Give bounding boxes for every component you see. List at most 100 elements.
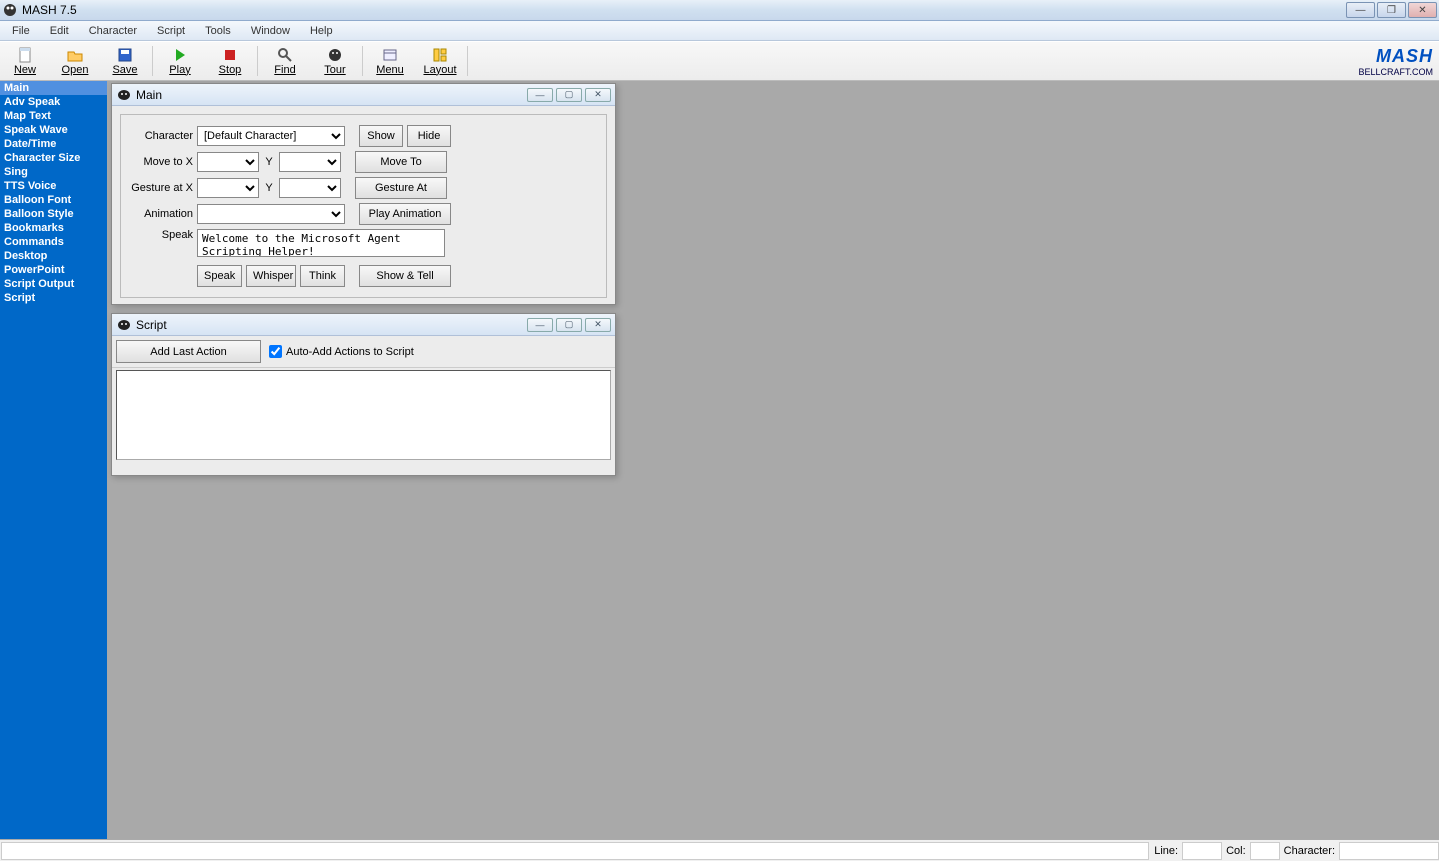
sidebar-item-desktop[interactable]: Desktop (0, 249, 107, 263)
script-window: Script ― ▢ ✕ Add Last Action Auto-Add Ac… (111, 313, 616, 476)
toolbar-find[interactable]: Find (260, 42, 310, 80)
gestureat-button[interactable]: Gesture At (355, 177, 447, 199)
status-message (1, 842, 1149, 860)
window-title: MASH 7.5 (22, 3, 1346, 17)
status-char-label: Character: (1280, 845, 1339, 857)
show-button[interactable]: Show (359, 125, 403, 147)
toolbar-separator (467, 46, 468, 76)
toolbar: New Open Save Play Stop Find Tour Menu L… (0, 41, 1439, 81)
movetoy-label: Y (263, 156, 275, 168)
menu-edit[interactable]: Edit (42, 23, 77, 39)
toolbar-open[interactable]: Open (50, 42, 100, 80)
speak-input[interactable] (197, 229, 445, 257)
sidebar-item-sing[interactable]: Sing (0, 165, 107, 179)
script-window-title: Script (136, 318, 523, 332)
toolbar-menu[interactable]: Menu (365, 42, 415, 80)
status-line-label: Line: (1150, 845, 1182, 857)
sidebar-item-bookmarks[interactable]: Bookmarks (0, 221, 107, 235)
show-tell-button[interactable]: Show & Tell (359, 265, 451, 287)
main-window-close[interactable]: ✕ (585, 88, 611, 102)
gesturex-select[interactable] (197, 178, 259, 198)
save-icon (117, 47, 133, 63)
speak-label: Speak (131, 229, 193, 241)
gesturey-select[interactable] (279, 178, 341, 198)
open-icon (67, 47, 83, 63)
menu-script[interactable]: Script (149, 23, 193, 39)
sidebar-item-tts-voice[interactable]: TTS Voice (0, 179, 107, 193)
add-last-action-button[interactable]: Add Last Action (116, 340, 261, 363)
sidebar-item-script[interactable]: Script (0, 291, 107, 305)
stop-icon (222, 47, 238, 63)
status-col-value (1250, 842, 1280, 860)
main-form: Character [Default Character] Show Hide … (120, 114, 607, 298)
app-icon (2, 2, 18, 18)
script-window-minimize[interactable]: ― (527, 318, 553, 332)
movetox-label: Move to X (131, 156, 193, 168)
main-window: Main ― ▢ ✕ Character [Default Character]… (111, 83, 616, 305)
sidebar-item-commands[interactable]: Commands (0, 235, 107, 249)
think-button[interactable]: Think (300, 265, 345, 287)
animation-label: Animation (131, 208, 193, 220)
menu-window[interactable]: Window (243, 23, 298, 39)
mdi-area: Main ― ▢ ✕ Character [Default Character]… (107, 81, 1439, 839)
sidebar-item-powerpoint[interactable]: PowerPoint (0, 263, 107, 277)
speak-button[interactable]: Speak (197, 265, 242, 287)
movetoy-select[interactable] (279, 152, 341, 172)
brand-logo: MASH BELLCRAFT.COM (1358, 42, 1439, 80)
toolbar-layout[interactable]: Layout (415, 42, 465, 80)
sidebar-item-adv-speak[interactable]: Adv Speak (0, 95, 107, 109)
sidebar-item-balloon-style[interactable]: Balloon Style (0, 207, 107, 221)
auto-add-checkbox[interactable] (269, 345, 282, 358)
toolbar-separator (152, 46, 153, 76)
sidebar-item-script-output[interactable]: Script Output (0, 277, 107, 291)
script-window-close[interactable]: ✕ (585, 318, 611, 332)
sidebar-item-map-text[interactable]: Map Text (0, 109, 107, 123)
maximize-button[interactable]: ❐ (1377, 2, 1406, 18)
play-animation-button[interactable]: Play Animation (359, 203, 451, 225)
main-window-minimize[interactable]: ― (527, 88, 553, 102)
script-window-titlebar[interactable]: Script ― ▢ ✕ (112, 314, 615, 336)
sidebar-item-datetime[interactable]: Date/Time (0, 137, 107, 151)
sidebar-item-character-size[interactable]: Character Size (0, 151, 107, 165)
status-line-value (1182, 842, 1222, 860)
animation-select[interactable] (197, 204, 345, 224)
agent-icon (116, 88, 132, 102)
menu-help[interactable]: Help (302, 23, 341, 39)
menu-icon (382, 47, 398, 63)
menu-bar: File Edit Character Script Tools Window … (0, 21, 1439, 41)
auto-add-checkbox-container[interactable]: Auto-Add Actions to Script (269, 345, 414, 358)
status-bar: Line: Col: Character: (0, 839, 1439, 861)
find-icon (277, 47, 293, 63)
script-window-maximize[interactable]: ▢ (556, 318, 582, 332)
script-toolbar: Add Last Action Auto-Add Actions to Scri… (112, 336, 615, 368)
menu-character[interactable]: Character (81, 23, 145, 39)
toolbar-play[interactable]: Play (155, 42, 205, 80)
toolbar-tour[interactable]: Tour (310, 42, 360, 80)
close-button[interactable]: ✕ (1408, 2, 1437, 18)
hide-button[interactable]: Hide (407, 125, 451, 147)
moveto-button[interactable]: Move To (355, 151, 447, 173)
menu-tools[interactable]: Tools (197, 23, 239, 39)
layout-icon (432, 47, 448, 63)
script-textarea[interactable] (116, 370, 611, 460)
sidebar-item-speak-wave[interactable]: Speak Wave (0, 123, 107, 137)
sidebar-item-balloon-font[interactable]: Balloon Font (0, 193, 107, 207)
sidebar: Main Adv Speak Map Text Speak Wave Date/… (0, 81, 107, 839)
script-icon (116, 318, 132, 332)
toolbar-save[interactable]: Save (100, 42, 150, 80)
character-select[interactable]: [Default Character] (197, 126, 345, 146)
toolbar-stop[interactable]: Stop (205, 42, 255, 80)
whisper-button[interactable]: Whisper (246, 265, 296, 287)
new-icon (17, 47, 33, 63)
character-label: Character (131, 130, 193, 142)
sidebar-item-main[interactable]: Main (0, 81, 107, 95)
status-char-value (1339, 842, 1439, 860)
toolbar-new[interactable]: New (0, 42, 50, 80)
toolbar-separator (257, 46, 258, 76)
menu-file[interactable]: File (4, 23, 38, 39)
minimize-button[interactable]: ― (1346, 2, 1375, 18)
main-window-titlebar[interactable]: Main ― ▢ ✕ (112, 84, 615, 106)
toolbar-separator (362, 46, 363, 76)
movetox-select[interactable] (197, 152, 259, 172)
main-window-maximize[interactable]: ▢ (556, 88, 582, 102)
